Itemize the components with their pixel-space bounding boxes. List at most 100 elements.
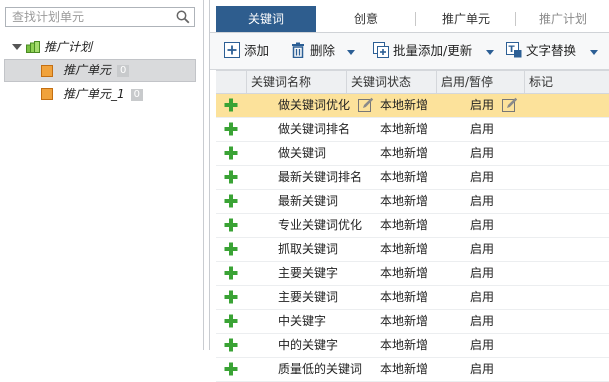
search-input[interactable] [6, 8, 172, 26]
tab-plan[interactable]: 推广计划 [516, 6, 609, 32]
trash-icon [292, 42, 304, 58]
expand-arrow-icon[interactable] [12, 44, 22, 50]
enable-status-cell[interactable]: 启用 [466, 310, 554, 333]
enable-status-cell[interactable]: 启用 [466, 262, 554, 285]
keyword-status-cell: 本地新增 [380, 170, 429, 184]
search-box[interactable] [5, 7, 195, 27]
keyword-status-cell: 本地新增 [380, 362, 429, 376]
table-row[interactable]: 中的关键字 本地新增 启用 [216, 334, 609, 358]
add-keyword-plus-icon[interactable] [224, 194, 238, 208]
mark-cell[interactable] [554, 238, 609, 261]
mark-cell[interactable] [554, 286, 609, 309]
delete-button[interactable]: 删除 [290, 41, 340, 61]
tab-keywords[interactable]: 关键词 [216, 6, 316, 32]
keyword-name-cell[interactable]: 中关键字 [274, 310, 374, 333]
keyword-status-cell: 本地新增 [380, 338, 429, 352]
left-panel: 推广计划 推广单元 0 推广单元_1 0 [0, 0, 204, 350]
mark-cell[interactable] [554, 334, 609, 357]
header-keyword-name[interactable]: 关键词名称 [246, 71, 346, 93]
enable-status-cell[interactable]: 启用 [466, 238, 554, 261]
replace-text-button[interactable]: T 文字替换 [506, 41, 582, 61]
enable-status-cell[interactable]: 启用 [466, 334, 554, 357]
unit-count-badge: 0 [130, 88, 144, 101]
add-keyword-plus-icon[interactable] [224, 218, 238, 232]
table-row[interactable]: 质量低的关键词 本地新增 启用 [216, 358, 609, 382]
keyword-name-cell[interactable]: 中的关键字 [274, 334, 374, 357]
keyword-table: 关键词名称 关键词状态 启用/暂停 标记 做关键词优化 本地新增 启用 做关键词排名本… [216, 70, 609, 382]
mark-cell[interactable] [554, 214, 609, 237]
enable-status-cell[interactable]: 启用 [466, 214, 554, 237]
keyword-name-cell[interactable]: 做关键词 [274, 142, 374, 165]
tab-creative[interactable]: 创意 [316, 6, 416, 32]
mark-cell[interactable] [554, 262, 609, 285]
mark-cell[interactable] [554, 94, 609, 117]
enable-status-cell[interactable]: 启用 [466, 286, 554, 309]
add-icon [224, 42, 240, 58]
keyword-status-cell: 本地新增 [380, 146, 429, 160]
add-keyword-plus-icon[interactable] [224, 362, 238, 376]
keyword-name-cell[interactable]: 专业关键词优化 [274, 214, 374, 237]
add-keyword-plus-icon[interactable] [224, 98, 238, 112]
keyword-name-cell[interactable]: 质量低的关键词 [274, 358, 374, 381]
add-keyword-plus-icon[interactable] [224, 266, 238, 280]
tree-node-plan[interactable]: 推广计划 [0, 36, 203, 59]
bulk-add-button[interactable]: 批量添加/更新 [373, 41, 485, 61]
mark-cell[interactable] [554, 358, 609, 381]
enable-status-cell[interactable]: 启用 [466, 358, 554, 381]
table-row[interactable]: 中关键字 本地新增 启用 [216, 310, 609, 334]
table-row[interactable]: 做关键词排名 本地新增 启用 [216, 118, 609, 142]
keyword-name-cell[interactable]: 最新关键词 [274, 190, 374, 213]
edit-pencil-icon[interactable] [502, 97, 518, 113]
mark-cell[interactable] [554, 166, 609, 189]
delete-dropdown-chevron-icon[interactable] [347, 50, 355, 55]
add-keyword-plus-icon[interactable] [224, 146, 238, 160]
table-row[interactable]: 主要关键字 本地新增 启用 [216, 262, 609, 286]
add-keyword-plus-icon[interactable] [224, 122, 238, 136]
search-icon[interactable] [176, 10, 190, 24]
table-row[interactable]: 最新关键词 本地新增 启用 [216, 190, 609, 214]
keyword-name-cell[interactable]: 最新关键词排名 [274, 166, 374, 189]
mark-cell[interactable] [554, 310, 609, 333]
header-mark[interactable]: 标记 [524, 71, 609, 93]
keyword-status-cell: 本地新增 [380, 98, 429, 112]
mark-cell[interactable] [554, 118, 609, 141]
add-keyword-plus-icon[interactable] [224, 314, 238, 328]
table-row[interactable]: 抓取关键词 本地新增 启用 [216, 238, 609, 262]
bulk-add-icon [373, 42, 389, 58]
tree-node-unit[interactable]: 推广单元 0 [4, 59, 196, 82]
tree-node-unit-1[interactable]: 推广单元_1 0 [4, 82, 196, 105]
table-row[interactable]: 专业关键词优化 本地新增 启用 [216, 214, 609, 238]
table-row[interactable]: 做关键词 本地新增 启用 [216, 142, 609, 166]
table-row[interactable]: 主要关键词 本地新增 启用 [216, 286, 609, 310]
replace-dropdown-chevron-icon[interactable] [590, 50, 598, 55]
enable-status-cell[interactable]: 启用 [466, 190, 554, 213]
header-select-column [216, 71, 246, 93]
unit-count-badge: 0 [117, 64, 130, 77]
keyword-name-cell[interactable]: 做关键词排名 [274, 118, 374, 141]
table-row[interactable]: 做关键词优化 本地新增 启用 [216, 94, 609, 118]
enable-status-cell[interactable]: 启用 [466, 142, 554, 165]
mark-cell[interactable] [554, 142, 609, 165]
bulk-add-dropdown-chevron-icon[interactable] [486, 50, 494, 55]
add-button[interactable]: 添加 [224, 41, 270, 61]
keyword-status-cell: 本地新增 [380, 290, 429, 304]
enable-status-cell[interactable]: 启用 [466, 118, 554, 141]
add-keyword-plus-icon[interactable] [224, 290, 238, 304]
keyword-name-cell[interactable]: 主要关键词 [274, 286, 374, 309]
keyword-name-cell[interactable]: 抓取关键词 [274, 238, 374, 261]
right-panel: 关键词 创意 推广单元 推广计划 添加 删除 批量添加/更新 T 文字替换 关键… [209, 0, 609, 382]
add-keyword-plus-icon[interactable] [224, 170, 238, 184]
unit-icon [41, 65, 53, 77]
tree-unit-label: 推广单元_1 [63, 87, 125, 101]
tab-unit[interactable]: 推广单元 [416, 6, 516, 32]
text-replace-icon: T [506, 42, 522, 58]
header-enable-pause[interactable]: 启用/暂停 [436, 71, 524, 93]
header-keyword-status[interactable]: 关键词状态 [346, 71, 436, 93]
table-row[interactable]: 最新关键词排名 本地新增 启用 [216, 166, 609, 190]
replace-text-label: 文字替换 [526, 43, 577, 58]
mark-cell[interactable] [554, 190, 609, 213]
keyword-name-cell[interactable]: 主要关键字 [274, 262, 374, 285]
add-keyword-plus-icon[interactable] [224, 242, 238, 256]
enable-status-cell[interactable]: 启用 [466, 166, 554, 189]
edit-pencil-icon[interactable] [358, 97, 374, 113]
